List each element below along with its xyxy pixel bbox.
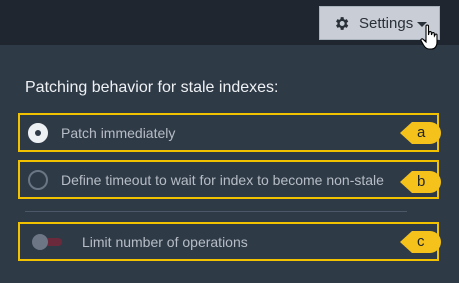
option-limit-operations[interactable]: Limit number of operations <box>18 222 439 261</box>
callout-letter: a <box>417 124 426 141</box>
divider <box>25 211 407 212</box>
limit-operations-toggle[interactable] <box>28 233 62 250</box>
callout-letter: c <box>417 233 425 250</box>
callout-letter: b <box>417 173 426 190</box>
settings-label: Settings <box>359 14 414 32</box>
option-label: Define timeout to wait for index to beco… <box>61 171 384 188</box>
gear-icon <box>336 16 349 30</box>
section-heading: Patching behavior for stale indexes: <box>25 79 279 96</box>
callout-badge-a: a <box>400 121 442 145</box>
callout-badge-c: c <box>400 230 442 254</box>
option-label: Limit number of operations <box>82 233 248 250</box>
callout-badge-b: b <box>400 170 442 194</box>
radio-patch-immediately[interactable] <box>28 122 48 143</box>
option-patch-immediately[interactable]: Patch immediately <box>18 113 439 152</box>
radio-define-timeout[interactable] <box>28 169 48 190</box>
toggle-knob <box>32 233 48 250</box>
hand-cursor-icon <box>420 24 438 50</box>
option-define-timeout[interactable]: Define timeout to wait for index to beco… <box>18 160 439 199</box>
option-label: Patch immediately <box>61 124 176 141</box>
